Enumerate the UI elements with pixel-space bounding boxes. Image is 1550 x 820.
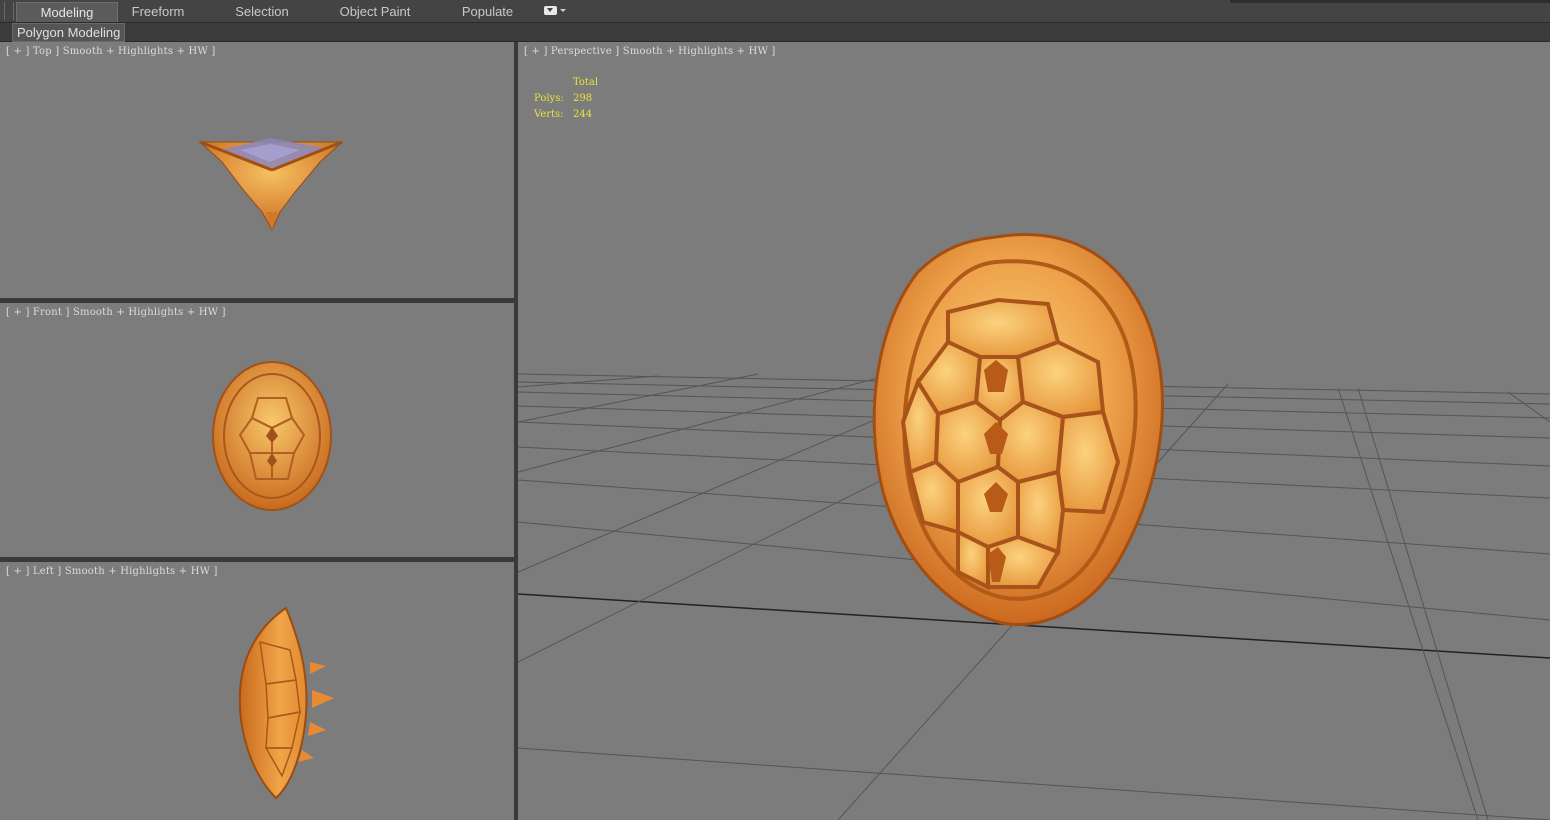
perspective-grid-and-shell [518, 233, 1550, 820]
viewport-front[interactable]: [ + ] Front ] Smooth + Highlights + HW ] [0, 303, 514, 557]
viewport-left[interactable]: [ + ] Left ] Smooth + Highlights + HW ] [0, 562, 514, 820]
tab-selection[interactable]: Selection [222, 3, 302, 20]
ribbon-panel-row: Polygon Modeling [0, 23, 1550, 42]
tab-object-paint[interactable]: Object Paint [330, 3, 420, 20]
left-view-shell-model [238, 606, 334, 800]
ribbon-grip-handle[interactable] [4, 2, 14, 20]
ribbon-tab-bar: Modeling Freeform Selection Object Paint… [0, 0, 1550, 23]
ribbon-options-dropdown[interactable] [544, 5, 566, 17]
turtle-shell-model [872, 233, 1164, 626]
ribbon-options-icon [544, 6, 557, 15]
front-view-shell-model [212, 361, 332, 511]
chevron-down-icon [560, 9, 566, 12]
ribbon-edge [1230, 0, 1550, 3]
viewport-top[interactable]: [ + ] Top ] Smooth + Highlights + HW ] [0, 42, 514, 298]
polygon-modeling-panel-label[interactable]: Polygon Modeling [12, 23, 126, 42]
top-view-shell-model [198, 138, 344, 232]
tab-freeform[interactable]: Freeform [118, 3, 198, 20]
tab-modeling[interactable]: Modeling [16, 2, 118, 22]
viewport-perspective[interactable]: [ + ] Perspective ] Smooth + Highlights … [518, 42, 1550, 820]
tab-populate[interactable]: Populate [450, 3, 525, 20]
